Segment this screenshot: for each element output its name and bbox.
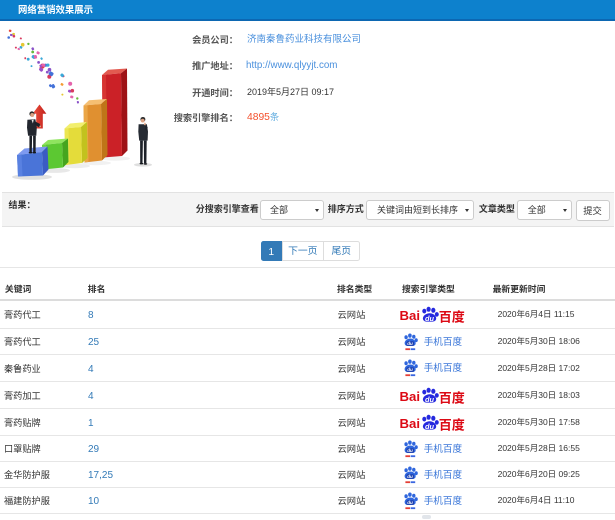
svg-text:du: du — [425, 313, 435, 322]
svg-text:du: du — [407, 367, 413, 372]
svg-text:Bai: Bai — [400, 308, 420, 323]
svg-text:手机百度: 手机百度 — [424, 334, 463, 348]
svg-text:du: du — [407, 341, 413, 346]
svg-text:手机百度: 手机百度 — [424, 441, 463, 455]
svg-text:手机百度: 手机百度 — [424, 467, 463, 481]
svg-text:百度: 百度 — [439, 414, 465, 431]
svg-text:du: du — [425, 394, 435, 403]
svg-text:Bai: Bai — [400, 389, 420, 404]
svg-text:手机百度: 手机百度 — [424, 493, 463, 507]
svg-text:Bai: Bai — [400, 416, 420, 431]
svg-text:du: du — [425, 421, 435, 430]
svg-text:百度: 百度 — [439, 387, 465, 404]
svg-text:手机百度: 手机百度 — [424, 360, 463, 374]
svg-text:du: du — [407, 474, 413, 479]
svg-text:百度: 百度 — [439, 306, 465, 323]
svg-text:du: du — [407, 500, 413, 505]
svg-text:du: du — [407, 448, 413, 453]
